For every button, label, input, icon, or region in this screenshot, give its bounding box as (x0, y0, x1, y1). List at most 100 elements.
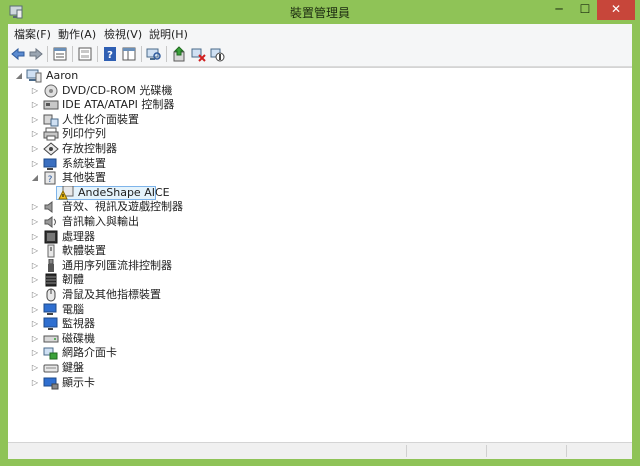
tree-node-row[interactable]: ▷ 人性化介面裝置 (30, 113, 330, 127)
expand-arrow-icon[interactable]: ▷ (30, 215, 40, 229)
menu-help[interactable]: 說明(H) (149, 26, 188, 42)
tree-node-label: 人性化介面裝置 (62, 112, 139, 126)
disable-device-icon[interactable] (209, 46, 225, 62)
properties-icon[interactable] (52, 46, 68, 62)
expand-arrow-icon[interactable]: ▷ (30, 244, 40, 258)
tree-node-row[interactable]: ▷ 軟體裝置 (30, 244, 330, 258)
device-manager-window: 裝置管理員 ─ ☐ ✕ 檔案(F) 動作(A) 檢視(V) 說明(H) ? ◢ … (0, 0, 640, 466)
tree-node-row[interactable]: ▷ 音訊輸入與輸出 (30, 215, 330, 229)
update-driver-icon[interactable] (171, 46, 187, 62)
tree-node-label: 軟體裝置 (62, 244, 106, 258)
expand-arrow-icon[interactable]: ▷ (30, 113, 40, 127)
back-icon[interactable] (10, 46, 26, 62)
minimize-button[interactable]: ─ (546, 0, 572, 20)
expand-arrow-icon[interactable]: ▷ (30, 230, 40, 244)
toolbar-separator (97, 46, 98, 62)
tree-node-row[interactable]: ▷ 滑鼠及其他指標裝置 (30, 288, 330, 302)
expand-arrow-icon[interactable]: ▷ (30, 98, 40, 112)
maximize-button[interactable]: ☐ (572, 0, 598, 20)
tree-node-row[interactable]: ▷ 韌體 (30, 273, 330, 287)
expand-arrow-icon[interactable]: ▷ (30, 332, 40, 346)
tree-node-label: 監視器 (62, 317, 95, 331)
display-adapter-icon (43, 377, 59, 390)
status-cell (566, 445, 631, 457)
expand-arrow-icon[interactable]: ▷ (30, 273, 40, 287)
tree-node-row[interactable]: ▷ 音效、視訊及遊戲控制器 (30, 200, 330, 214)
tree-node-row[interactable]: ▷ 鍵盤 (30, 361, 330, 375)
expand-arrow-icon[interactable]: ▷ (30, 288, 40, 302)
tree-node-label: 其他裝置 (62, 171, 106, 185)
forward-icon[interactable] (28, 46, 44, 62)
tree-node-row[interactable]: ◢? 其他裝置 (30, 171, 330, 185)
menu-action[interactable]: 動作(A) (58, 26, 96, 42)
view-panel-icon[interactable] (121, 46, 137, 62)
keyboard-icon (43, 364, 59, 373)
expand-arrow-icon[interactable]: ▷ (30, 157, 40, 171)
device-tree[interactable]: ◢ Aaron ▷ DVD/CD-ROM 光碟機 ▷ IDE ATA/ATAPI 控制… (8, 67, 632, 442)
tree-root-label: Aaron (46, 69, 79, 82)
expand-arrow-icon[interactable]: ▷ (30, 361, 40, 375)
tree-node-row[interactable]: ▷ 存放控制器 (30, 142, 330, 156)
help-icon[interactable]: ? (102, 46, 118, 62)
tree-node-label: 處理器 (62, 229, 95, 243)
toolbar-separator (72, 46, 73, 62)
expand-arrow-icon[interactable]: ▷ (30, 142, 40, 156)
tree-node-label: 鍵盤 (62, 361, 84, 374)
expand-arrow-icon[interactable]: ▷ (30, 303, 40, 317)
show-hidden-icon[interactable] (77, 46, 93, 62)
ide-controller-icon (43, 100, 59, 110)
tree-node-row[interactable]: ▷ 顯示卡 (30, 376, 330, 390)
expand-arrow-icon[interactable]: ▷ (30, 376, 40, 390)
menu-file[interactable]: 檔案(F) (14, 26, 51, 42)
system-device-icon (43, 158, 57, 170)
sound-icon (44, 201, 53, 214)
computer-icon (26, 69, 42, 83)
mouse-icon (46, 288, 56, 302)
uninstall-icon[interactable] (190, 46, 206, 62)
title-bar[interactable]: 裝置管理員 ─ ☐ ✕ (0, 0, 640, 24)
tree-node-row[interactable]: ▷ 電腦 (30, 303, 330, 317)
tree-node-row[interactable]: ▷ DVD/CD-ROM 光碟機 (30, 84, 330, 98)
tree-node-row[interactable]: ▷ IDE ATA/ATAPI 控制器 (30, 98, 330, 112)
toolbar-separator (166, 46, 167, 62)
tree-node-row[interactable]: ▷ 列印佇列 (30, 127, 330, 141)
window-title: 裝置管理員 (289, 6, 350, 20)
firmware-icon (45, 273, 57, 287)
hid-icon (43, 114, 59, 127)
svg-text:?: ? (48, 175, 53, 185)
tree-root-row[interactable]: ◢ Aaron (12, 69, 212, 83)
menu-view[interactable]: 檢視(V) (104, 26, 142, 42)
status-cell (486, 445, 567, 457)
tree-node-row[interactable]: ▷ 監視器 (30, 317, 330, 331)
toolbar-separator (47, 46, 48, 62)
tree-node-row[interactable]: ▷ 處理器 (30, 230, 330, 244)
status-bar (8, 442, 632, 459)
tree-node-label: 存放控制器 (62, 142, 117, 155)
expand-arrow-icon[interactable]: ▷ (30, 127, 40, 141)
warning-device-icon (58, 185, 74, 200)
processor-icon (44, 230, 58, 244)
expand-arrow-icon[interactable]: ▷ (30, 346, 40, 360)
tree-node-label: 系統裝置 (62, 156, 106, 170)
tree-node-row[interactable]: ▷ 系統裝置 (30, 157, 330, 171)
tree-node-label: 列印佇列 (62, 127, 106, 141)
scan-hardware-icon[interactable] (146, 46, 162, 62)
network-adapter-icon (43, 347, 58, 360)
collapse-arrow-icon[interactable]: ◢ (14, 69, 24, 83)
expand-arrow-icon[interactable]: ▷ (30, 317, 40, 331)
tree-node-row[interactable]: ▷ 網路介面卡 (30, 346, 330, 360)
tree-node-row[interactable]: ▷ 通用序列匯流排控制器 (30, 258, 330, 273)
expand-arrow-icon[interactable]: ▷ (30, 259, 40, 273)
tree-node-label: 韌體 (62, 273, 84, 287)
tree-child-row[interactable]: AndeShape AICE (56, 185, 256, 200)
expand-arrow-icon[interactable]: ▷ (30, 200, 40, 214)
tree-node-label: 音效、視訊及遊戲控制器 (62, 200, 183, 214)
tree-node-label: 滑鼠及其他指標裝置 (62, 288, 161, 301)
expand-arrow-icon[interactable]: ▷ (30, 84, 40, 98)
collapse-arrow-icon[interactable]: ◢ (30, 171, 40, 185)
close-button[interactable]: ✕ (597, 0, 635, 20)
status-cell (406, 445, 487, 457)
audio-io-icon (44, 216, 56, 228)
software-device-icon (47, 244, 55, 258)
tree-node-row[interactable]: ▷ 磁碟機 (30, 332, 330, 346)
